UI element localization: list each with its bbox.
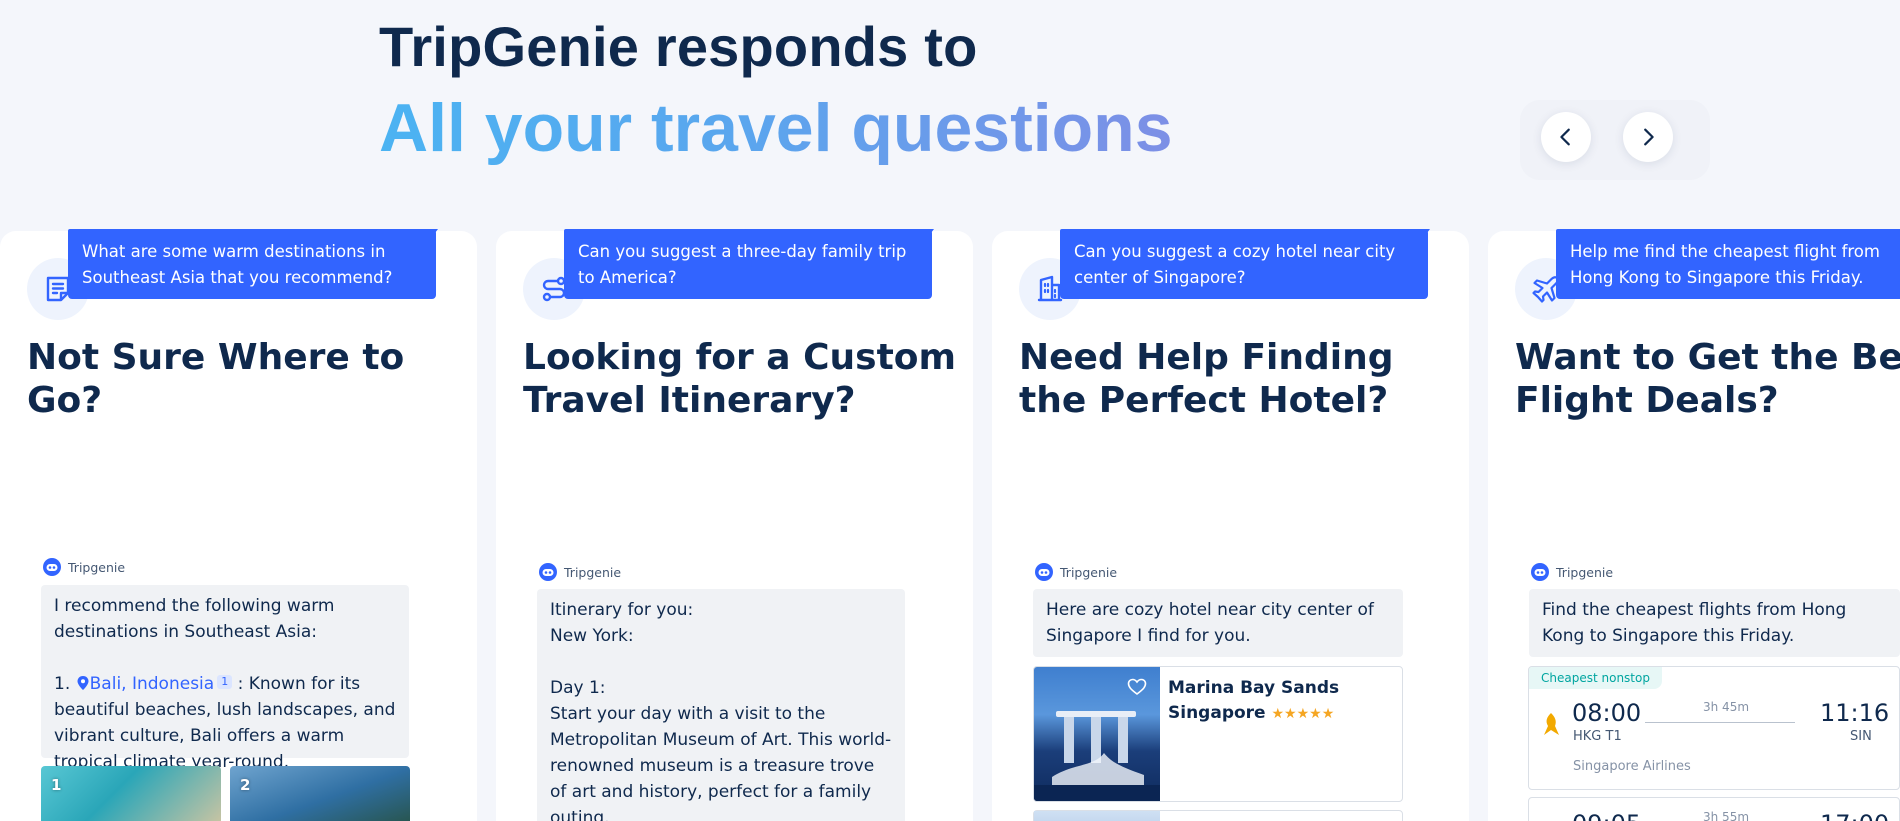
flight-result-card[interactable]: 09:05 3h 55m 17:00 bbox=[1528, 797, 1900, 821]
bot-answer-bubble: Find the cheapest flights from Hong Kong… bbox=[1529, 589, 1900, 657]
answer-intro: I recommend the following warm destinati… bbox=[54, 596, 335, 642]
depart-time: 09:05 bbox=[1572, 810, 1641, 821]
arrive-time: 11:16 bbox=[1820, 699, 1890, 727]
itinerary-city: New York: bbox=[550, 626, 634, 646]
airline-name: Singapore Airlines bbox=[1573, 759, 1691, 774]
flight-duration: 3h 45m bbox=[1703, 700, 1750, 714]
hotel-result-card[interactable] bbox=[1033, 810, 1403, 821]
flight-route-line bbox=[1645, 722, 1795, 723]
itinerary-day: Day 1: bbox=[550, 678, 606, 698]
user-question-bubble: Help me find the cheapest flight from Ho… bbox=[1556, 229, 1900, 299]
tripgenie-bot-icon bbox=[1531, 563, 1549, 581]
tripgenie-bot-icon bbox=[1035, 563, 1053, 581]
bot-label: Tripgenie bbox=[1530, 562, 1613, 582]
destination-link-bali[interactable]: Bali, Indonesia bbox=[90, 674, 215, 694]
tripgenie-bot-icon bbox=[539, 563, 557, 581]
arrive-time: 17:00 bbox=[1820, 810, 1889, 821]
card-title: Want to Get the Best Flight Deals? bbox=[1515, 337, 1900, 421]
destination-image-2[interactable]: 2 bbox=[230, 766, 410, 821]
hotel-name: Marina Bay Sands Singapore ★★★★★ bbox=[1168, 676, 1393, 727]
answer-item-prefix: 1. bbox=[54, 674, 71, 694]
cheapest-nonstop-tag: Cheapest nonstop bbox=[1529, 667, 1662, 689]
destination-image-1[interactable]: 1 bbox=[41, 766, 221, 821]
airline-logo-icon bbox=[1544, 713, 1559, 735]
chevron-right-icon bbox=[1644, 128, 1654, 146]
image-number-label: 2 bbox=[240, 776, 251, 794]
user-question-bubble: Can you suggest a cozy hotel near city c… bbox=[1060, 229, 1430, 299]
reference-badge[interactable]: 1 bbox=[217, 675, 233, 689]
hotel-result-card[interactable]: Marina Bay Sands Singapore ★★★★★ bbox=[1033, 666, 1403, 802]
bot-name: Tripgenie bbox=[68, 559, 126, 575]
user-question-bubble: Can you suggest a three-day family trip … bbox=[564, 229, 934, 299]
card-title: Need Help Finding the Perfect Hotel? bbox=[1019, 337, 1394, 421]
user-question-bubble: What are some warm destinations in South… bbox=[68, 229, 438, 299]
flight-duration: 3h 55m bbox=[1703, 810, 1750, 821]
bot-name: Tripgenie bbox=[564, 564, 622, 580]
itinerary-detail: Start your day with a visit to the Metro… bbox=[550, 704, 892, 821]
hotel-image bbox=[1034, 667, 1160, 801]
arrive-airport: SIN bbox=[1850, 729, 1872, 744]
image-number-label: 1 bbox=[51, 776, 62, 794]
card-title: Not Sure Where to Go? bbox=[27, 337, 405, 421]
bot-label: Tripgenie bbox=[42, 557, 125, 577]
chevron-left-icon bbox=[1560, 128, 1570, 146]
carousel-prev-button[interactable] bbox=[1541, 112, 1591, 162]
heart-icon[interactable] bbox=[1127, 677, 1147, 697]
answer-item: 1. Bali, Indonesia 1 : Known for its beau… bbox=[54, 671, 396, 775]
hotel-image bbox=[1034, 811, 1160, 821]
itinerary-heading: Itinerary for you: bbox=[550, 600, 694, 620]
bot-name: Tripgenie bbox=[1060, 564, 1118, 580]
card-title: Looking for a Custom Travel Itinerary? bbox=[523, 337, 957, 421]
hero-title-line1: TripGenie responds to bbox=[379, 15, 978, 78]
depart-time: 08:00 bbox=[1572, 699, 1642, 727]
location-pin-icon bbox=[77, 676, 89, 690]
bot-label: Tripgenie bbox=[538, 562, 621, 582]
carousel-next-button[interactable] bbox=[1623, 112, 1673, 162]
bot-answer-bubble: Here are cozy hotel near city center of … bbox=[1033, 589, 1403, 657]
bot-answer-bubble: I recommend the following warm destinati… bbox=[41, 585, 409, 772]
depart-airport: HKG T1 bbox=[1573, 729, 1622, 744]
hero-title-line2: All your travel questions bbox=[379, 90, 1173, 166]
bot-answer-bubble: Itinerary for you: New York: Day 1: Star… bbox=[537, 589, 905, 821]
hotel-star-rating: ★★★★★ bbox=[1271, 706, 1335, 722]
flight-result-card[interactable]: Cheapest nonstop 08:00 HKG T1 3h 45m 11:… bbox=[1528, 666, 1900, 790]
bot-name: Tripgenie bbox=[1556, 564, 1614, 580]
hero-headline: TripGenie responds to All your travel qu… bbox=[379, 18, 1173, 168]
tripgenie-bot-icon bbox=[43, 558, 61, 576]
bot-label: Tripgenie bbox=[1034, 562, 1117, 582]
